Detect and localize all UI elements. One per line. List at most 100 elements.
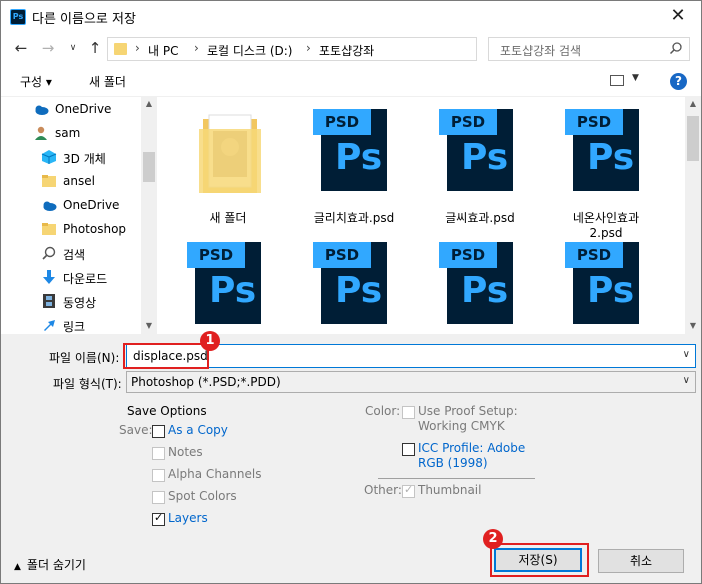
spot-colors-label: Spot Colors [168, 489, 237, 503]
nav-label: 검색 [63, 248, 86, 262]
nav-label: 다운로드 [63, 272, 108, 286]
psd-file-icon: PSD Ps [313, 242, 387, 324]
view-options-icon[interactable] [610, 75, 624, 86]
chevron-down-icon[interactable]: ∨ [683, 375, 690, 386]
scroll-thumb[interactable] [143, 152, 155, 182]
address-row: ← → ∨ ↑ › 내 PC › 로컬 디스크 (D:) › 포토샵강좌 ∨ ↻… [1, 32, 701, 64]
psd-file-item[interactable]: PSD Ps 글리치효과.psd [299, 107, 409, 227]
chevron-right-icon: › [306, 41, 311, 55]
spot-colors-checkbox [152, 491, 165, 504]
ps-glyph: Ps [461, 137, 509, 178]
filetype-select[interactable]: Photoshop (*.PSD;*.PDD) ∨ [126, 371, 696, 393]
help-icon[interactable]: ? [670, 73, 687, 90]
nav-item-3d-objects[interactable]: 3D 개체 [1, 145, 141, 169]
nav-item-onedrive-2[interactable]: OneDrive [1, 193, 141, 217]
file-list-scrollbar[interactable]: ▲ ▼ [685, 97, 701, 334]
other-label: Other: [364, 483, 402, 497]
back-arrow-icon[interactable]: ← [12, 39, 30, 57]
forward-arrow-icon[interactable]: → [39, 39, 57, 57]
thumbnail-checkbox: ✓ [402, 483, 415, 498]
film-icon [43, 294, 55, 308]
layers-checkbox[interactable]: ✓ [152, 511, 165, 526]
breadcrumb-folder[interactable]: 포토샵강좌 [319, 42, 374, 59]
folder-icon [42, 223, 56, 235]
up-arrow-icon[interactable]: ↑ [86, 39, 104, 57]
folder-item[interactable]: 새 폴더 [173, 107, 283, 227]
nav-label: 3D 개체 [63, 152, 106, 166]
nav-label: OneDrive [55, 102, 112, 116]
chevron-right-icon: › [194, 41, 199, 55]
save-as-dialog: Ps 다른 이름으로 저장 ✕ ← → ∨ ↑ › 내 PC › 로컬 디스크 … [0, 0, 702, 584]
psd-file-item[interactable]: PSD Ps [551, 242, 661, 334]
checkmark-icon: ✓ [404, 483, 414, 496]
psd-file-item[interactable]: PSD Ps [173, 242, 283, 334]
scroll-thumb[interactable] [687, 116, 699, 161]
search-box[interactable]: 포토샵강좌 검색 [488, 37, 690, 61]
nav-item-videos[interactable]: 동영상 [1, 289, 141, 313]
close-icon[interactable]: ✕ [655, 1, 701, 32]
folder-icon [42, 175, 56, 187]
nav-item-sam[interactable]: sam [1, 121, 141, 145]
organize-menu-button[interactable]: 구성 ▾ [20, 73, 52, 90]
psd-file-item[interactable]: PSD Ps 글씨효과.psd [425, 107, 535, 227]
annotation-box-1 [123, 343, 209, 369]
search-placeholder: 포토샵강좌 검색 [500, 44, 582, 58]
icc-profile-value[interactable]: RGB (1998) [418, 456, 488, 470]
icc-profile-checkbox[interactable] [402, 443, 415, 456]
nav-item-photoshop[interactable]: Photoshop [1, 217, 141, 241]
breadcrumb-local-disk[interactable]: 로컬 디스크 (D:) [207, 42, 292, 59]
nav-item-links[interactable]: 링크 [1, 313, 141, 334]
as-a-copy-checkbox[interactable] [152, 425, 165, 438]
hide-folders-button[interactable]: ▲ 폴더 숨기기 [14, 556, 86, 573]
psd-tab-label: PSD [565, 109, 623, 135]
psd-tab-label: PSD [439, 242, 497, 268]
nav-label: OneDrive [63, 198, 120, 212]
breadcrumb-this-pc[interactable]: 내 PC [148, 42, 178, 59]
psd-file-item[interactable]: PSD Ps [425, 242, 535, 334]
recent-locations-chevron-icon[interactable]: ∨ [64, 39, 82, 57]
new-folder-button[interactable]: 새 폴더 [89, 73, 126, 90]
nav-item-ansel[interactable]: ansel [1, 169, 141, 193]
layers-label[interactable]: Layers [168, 511, 208, 525]
navigation-pane: OneDrive sam 3D 개체 ansel OneDrive Photos… [1, 97, 157, 334]
annotation-box-2 [490, 543, 589, 577]
cube-icon [41, 150, 57, 164]
scroll-up-icon[interactable]: ▲ [141, 99, 157, 108]
search-icon [42, 246, 56, 260]
search-icon [669, 42, 682, 55]
color-label: Color: [365, 404, 401, 418]
psd-file-icon: PSD Ps [565, 109, 639, 191]
psd-tab-label: PSD [187, 242, 245, 268]
checkmark-icon: ✓ [154, 511, 164, 524]
icc-profile-label[interactable]: ICC Profile: Adobe [418, 441, 525, 455]
nav-item-onedrive[interactable]: OneDrive [1, 97, 141, 121]
scroll-down-icon[interactable]: ▼ [685, 321, 701, 330]
alpha-channels-label: Alpha Channels [168, 467, 262, 481]
nav-item-search[interactable]: 검색 [1, 241, 141, 265]
thumbnail-label: Thumbnail [418, 483, 482, 497]
cancel-button[interactable]: 취소 [598, 549, 684, 573]
as-a-copy-label[interactable]: As a Copy [168, 423, 228, 437]
address-bar[interactable]: › 내 PC › 로컬 디스크 (D:) › 포토샵강좌 ∨ ↻ [107, 37, 573, 61]
psd-file-icon: PSD Ps [187, 242, 261, 324]
psd-file-item[interactable]: PSD Ps [299, 242, 409, 334]
ps-glyph: Ps [335, 137, 383, 178]
psd-file-icon: PSD Ps [439, 242, 513, 324]
divider [378, 478, 535, 479]
link-arrow-icon [44, 320, 55, 331]
scroll-up-icon[interactable]: ▲ [685, 99, 701, 108]
use-proof-setup-checkbox [402, 406, 415, 419]
ps-glyph: Ps [461, 270, 509, 311]
psd-tab-label: PSD [439, 109, 497, 135]
nav-item-downloads[interactable]: 다운로드 [1, 265, 141, 289]
file-name: 새 폴더 [209, 211, 247, 225]
photoshop-app-icon: Ps [10, 9, 26, 25]
psd-file-item[interactable]: PSD Ps 네온사인효과 2.psd [551, 107, 661, 240]
view-dropdown-icon[interactable]: ▼ [632, 73, 639, 83]
nav-scrollbar[interactable]: ▲ ▼ [141, 97, 157, 334]
scroll-down-icon[interactable]: ▼ [141, 321, 157, 330]
chevron-down-icon[interactable]: ∨ [683, 349, 690, 360]
window-title: 다른 이름으로 저장 [32, 12, 136, 27]
notes-checkbox [152, 447, 165, 460]
annotation-badge-2: 2 [483, 529, 503, 549]
